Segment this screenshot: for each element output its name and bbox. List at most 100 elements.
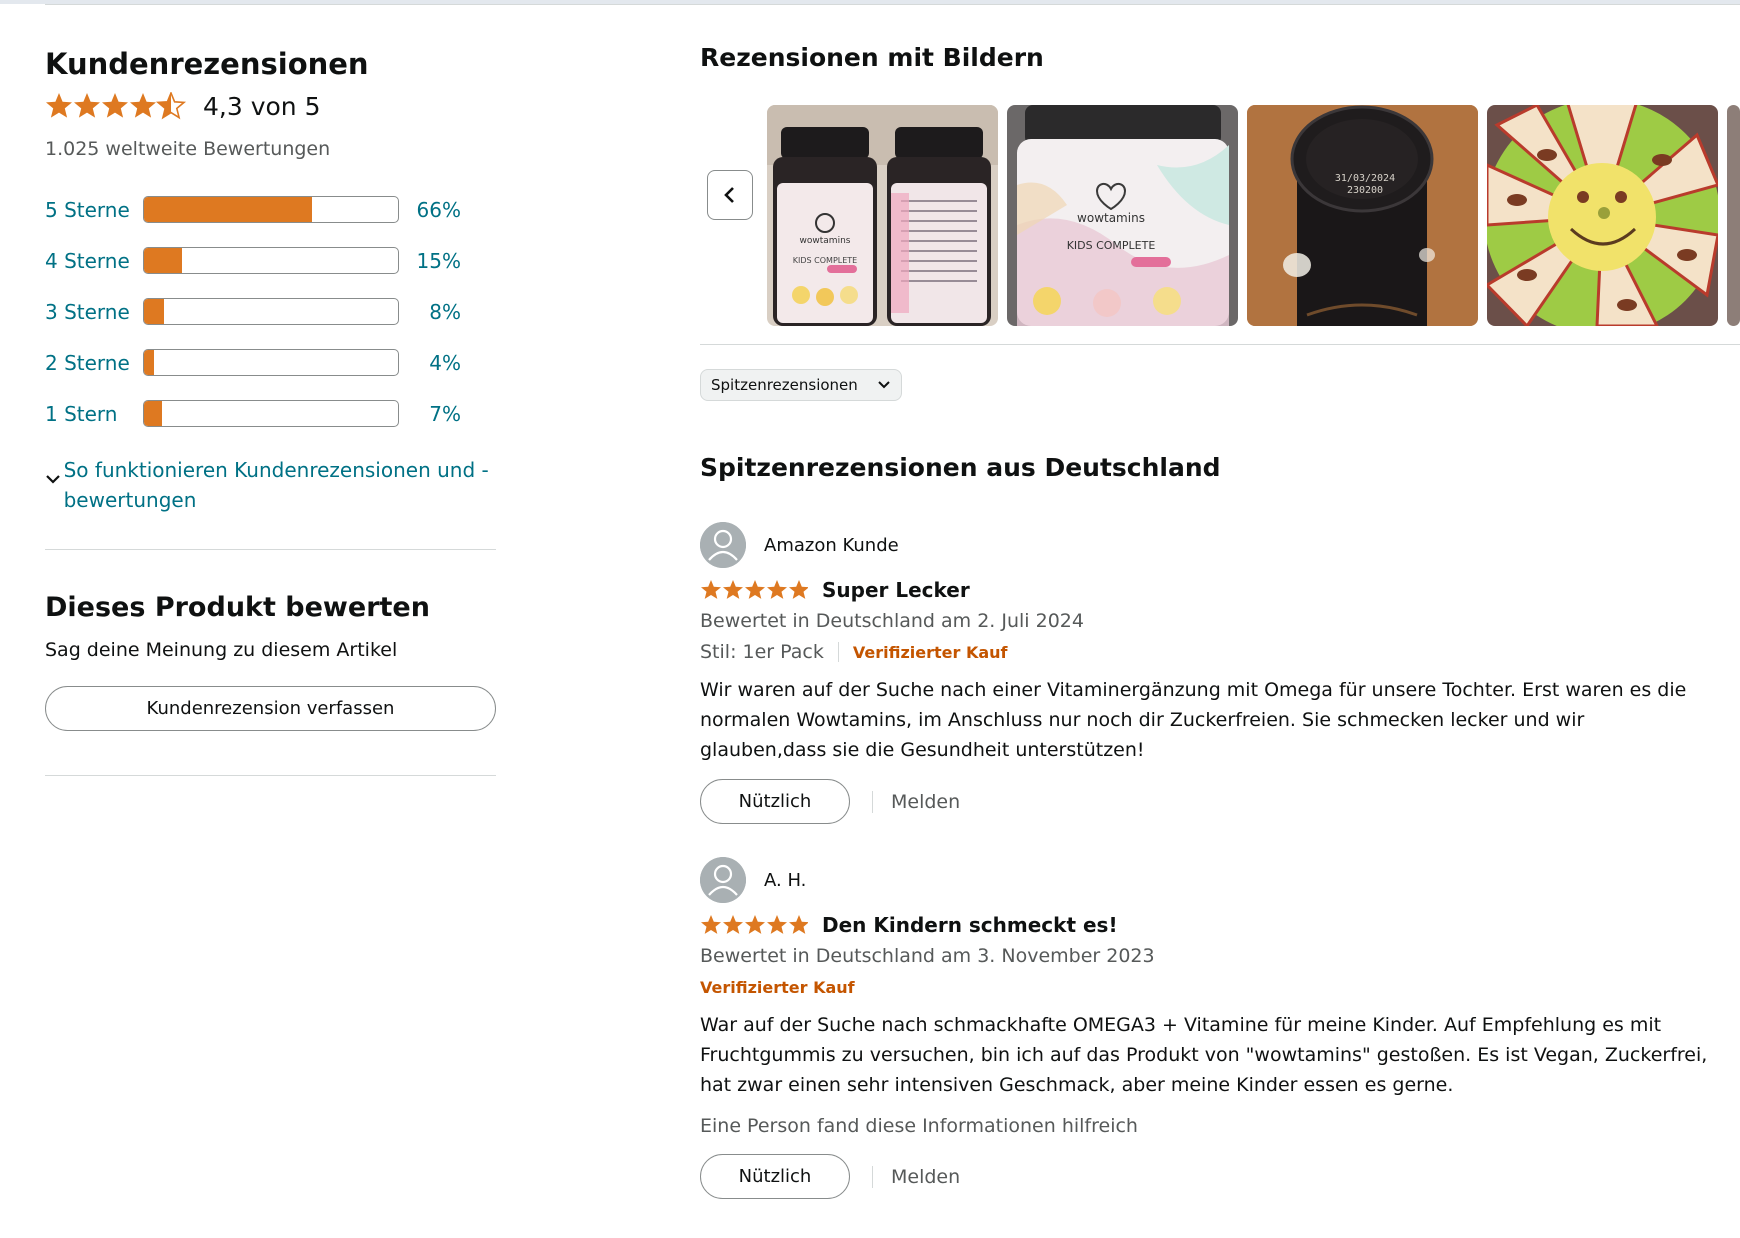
average-stars-icon [45, 92, 187, 120]
histogram-percent[interactable]: 4% [399, 351, 461, 375]
histogram-row[interactable]: 5 Sterne 66% [45, 184, 496, 235]
top-reviews-heading: Spitzenrezensionen aus Deutschland [700, 453, 1221, 482]
helpful-button[interactable]: Nützlich [700, 1154, 850, 1199]
review-meta: Stil: 1er Pack Verifizierter Kauf [700, 637, 1740, 667]
partial-image [1727, 105, 1740, 326]
histogram-percent[interactable]: 7% [399, 402, 461, 426]
supplement-bottles-image: wowtamins KIDS COMPLETE [767, 105, 998, 326]
helpful-count-note: Eine Person fand diese Informationen hil… [700, 1115, 1138, 1137]
verified-purchase-badge: Verifizierter Kauf [700, 977, 855, 997]
user-avatar-icon [700, 522, 746, 568]
histogram-bar-fill [144, 350, 155, 375]
five-star-rating-icon [701, 915, 808, 934]
chevron-left-icon [724, 187, 734, 203]
review-title-row[interactable]: Den Kindern schmeckt es! [700, 910, 1740, 940]
helpful-button[interactable]: Nützlich [700, 779, 850, 824]
fruit-plate-image [1487, 105, 1718, 326]
review-author-name: A. H. [764, 869, 807, 891]
user-avatar-icon [700, 857, 746, 903]
action-divider [872, 1165, 873, 1188]
histogram-star-label[interactable]: 1 Stern [45, 402, 143, 426]
histogram-bar-fill [144, 248, 183, 273]
chevron-down-icon [45, 455, 64, 515]
carousel-prev-button[interactable] [707, 170, 753, 220]
histogram-percent[interactable]: 15% [399, 249, 461, 273]
star-rating-icon [46, 92, 187, 120]
section-divider [45, 549, 496, 550]
histogram-star-label[interactable]: 5 Sterne [45, 198, 143, 222]
avatar [700, 857, 746, 903]
histogram-percent[interactable]: 66% [399, 198, 461, 222]
thumb-1-product-text: KIDS COMPLETE [793, 256, 857, 265]
avatar [700, 522, 746, 568]
histogram-star-label[interactable]: 3 Sterne [45, 300, 143, 324]
supplement-jar-closeup-image: wowtamins KIDS COMPLETE [1007, 105, 1238, 326]
review-body: War auf der Suche nach schmackhafte OMEG… [700, 1014, 1708, 1096]
thumb-3-lid-code-text: 230200 [1347, 185, 1383, 196]
histogram-row[interactable]: 3 Sterne 8% [45, 286, 496, 337]
review-image-thumbnail[interactable]: wowtamins KIDS COMPLETE [767, 105, 998, 326]
histogram-bar-fill [144, 197, 312, 222]
review-title-row[interactable]: Super Lecker [700, 575, 1740, 605]
review-title: Den Kindern schmeckt es! [822, 913, 1118, 937]
section-divider [700, 344, 1740, 345]
verified-purchase-badge: Verifizierter Kauf [852, 642, 1008, 662]
review-body: Wir waren auf der Suche nach einer Vitam… [700, 679, 1687, 761]
review-date: Bewertet in Deutschland am 2. Juli 2024 [700, 610, 1084, 632]
review-image-thumbnail[interactable] [1487, 105, 1718, 326]
review-author[interactable]: A. H. [700, 856, 1740, 904]
reviews-main-panel: Rezensionen mit Bildern wowtamins KIDS C… [700, 40, 1740, 1199]
review-actions: Nützlich Melden [700, 1154, 1740, 1199]
thumb-2-product-text: KIDS COMPLETE [1067, 239, 1156, 252]
jar-lid-expiry-image: 31/03/2024 230200 [1247, 105, 1478, 326]
review-date: Bewertet in Deutschland am 3. November 2… [700, 945, 1155, 967]
review-actions: Nützlich Melden [700, 779, 1740, 824]
thumb-3-lid-date-text: 31/03/2024 [1335, 173, 1395, 184]
review-author-name: Amazon Kunde [764, 534, 899, 556]
review-item: A. H. Den Kindern schmeckt es! Bewertet … [700, 856, 1740, 1199]
histogram-bar[interactable] [143, 400, 399, 427]
review-image-thumbnail[interactable]: wowtamins KIDS COMPLETE [1007, 105, 1238, 326]
histogram-row[interactable]: 1 Stern 7% [45, 388, 496, 439]
report-link[interactable]: Melden [891, 791, 960, 813]
chevron-down-icon [878, 381, 890, 389]
review-meta: Verifizierter Kauf [700, 972, 1740, 1002]
five-star-rating-icon [701, 580, 808, 599]
review-sort-select[interactable]: Spitzenrezensionen [700, 369, 902, 401]
review-image-thumbnail[interactable]: 31/03/2024 230200 [1247, 105, 1478, 326]
average-rating-row[interactable]: 4,3 von 5 [45, 88, 496, 124]
histogram-bar[interactable] [143, 247, 399, 274]
global-ratings-count: 1.025 weltweite Bewertungen [45, 138, 331, 160]
action-divider [872, 790, 873, 813]
review-title: Super Lecker [822, 578, 970, 602]
histogram-bar[interactable] [143, 298, 399, 325]
review-author[interactable]: Amazon Kunde [700, 521, 1740, 569]
sort-selected-value: Spitzenrezensionen [711, 376, 858, 394]
meta-divider [837, 642, 839, 662]
rate-product-subtext: Sag deine Meinung zu diesem Artikel [45, 639, 398, 661]
customer-reviews-title: Kundenrezensionen [45, 47, 369, 81]
review-style[interactable]: Stil: 1er Pack [700, 641, 824, 663]
histogram-row[interactable]: 2 Sterne 4% [45, 337, 496, 388]
how-reviews-work-expander[interactable]: So funktionieren Kundenrezensionen und -… [45, 455, 496, 515]
histogram-percent[interactable]: 8% [399, 300, 461, 324]
report-link[interactable]: Melden [891, 1166, 960, 1188]
thumb-1-brand-text: wowtamins [800, 236, 851, 246]
histogram-bar-fill [144, 401, 162, 426]
rating-histogram: 5 Sterne 66% 4 Sterne 15% 3 Sterne 8% 2 Sterne… [45, 184, 496, 439]
write-review-button[interactable]: Kundenrezension verfassen [45, 686, 496, 731]
histogram-bar-fill [144, 299, 165, 324]
top-divider [45, 4, 1740, 5]
histogram-row[interactable]: 4 Sterne 15% [45, 235, 496, 286]
reviews-with-images-heading: Rezensionen mit Bildern [700, 43, 1044, 72]
histogram-star-label[interactable]: 2 Sterne [45, 351, 143, 375]
section-divider [45, 775, 496, 776]
rate-product-heading: Dieses Produkt bewerten [45, 592, 430, 623]
review-image-thumbnail[interactable] [1727, 105, 1740, 326]
histogram-bar[interactable] [143, 349, 399, 376]
histogram-bar[interactable] [143, 196, 399, 223]
review-item: Amazon Kunde Super Lecker Bewertet in De… [700, 521, 1740, 824]
histogram-star-label[interactable]: 4 Sterne [45, 249, 143, 273]
average-rating-text: 4,3 von 5 [203, 91, 321, 121]
how-reviews-work-link[interactable]: So funktionieren Kundenrezensionen und -… [64, 455, 496, 515]
